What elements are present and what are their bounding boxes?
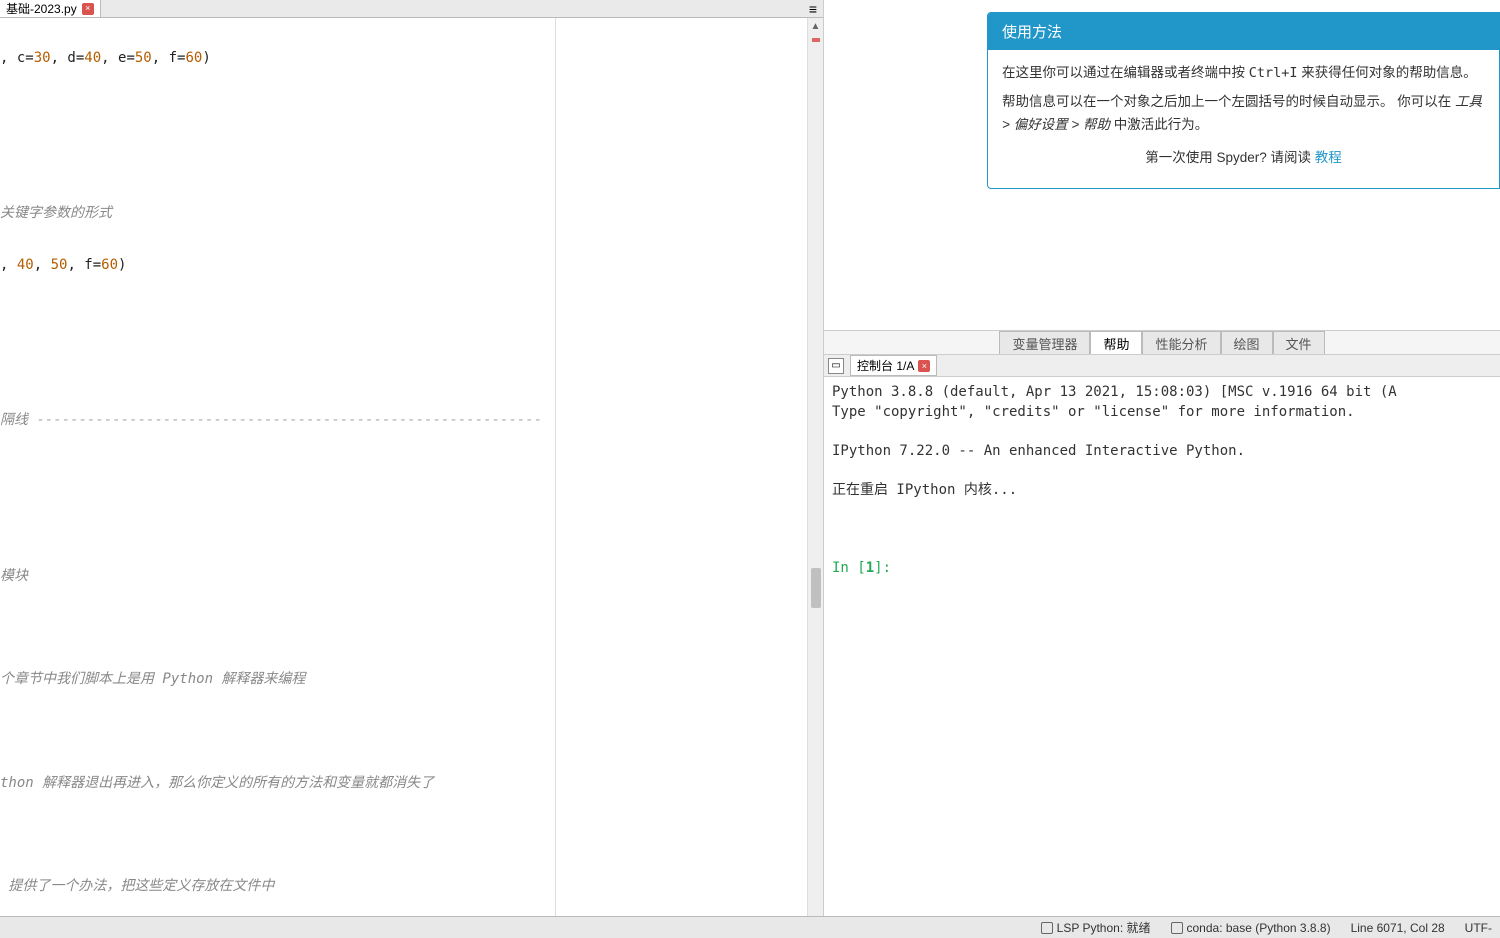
console-tab-label: 控制台 1/A <box>857 357 914 374</box>
tutorial-link[interactable]: 教程 <box>1315 150 1342 165</box>
code-comment: 隔线 <box>0 412 36 428</box>
tab-help[interactable]: 帮助 <box>1090 331 1142 354</box>
editor-ruler <box>555 18 556 938</box>
code-number: 50 <box>51 257 68 273</box>
tab-variable-explorer[interactable]: 变量管理器 <box>999 331 1090 354</box>
status-encoding-label: UTF- <box>1465 921 1492 935</box>
scroll-marker <box>812 38 820 42</box>
code-comment: 提供了一个办法，把这些定义存放在文件中 <box>0 878 274 894</box>
status-lsp[interactable]: LSP Python: 就绪 <box>1041 919 1151 936</box>
code-text: , d= <box>51 50 85 66</box>
console-prompt: In [ <box>832 560 866 576</box>
help-text: 第一次使用 Spyder? 请阅读 <box>1145 150 1315 165</box>
console-body[interactable]: Python 3.8.8 (default, Apr 13 2021, 15:0… <box>824 377 1500 916</box>
help-header: 使用方法 <box>988 13 1499 50</box>
editor-tab[interactable]: 基础-2023.py × <box>0 0 101 17</box>
status-conda[interactable]: conda: base (Python 3.8.8) <box>1171 921 1331 935</box>
console-restart-msg: 正在重启 IPython 内核... <box>832 482 1017 498</box>
help-para-1: 在这里你可以通过在编辑器或者终端中按 Ctrl+I 来获得任何对象的帮助信息。 <box>1002 62 1485 85</box>
code-number: 60 <box>185 50 202 66</box>
console-panel: ▭ 控制台 1/A × Python 3.8.8 (default, Apr 1… <box>824 354 1500 938</box>
status-lsp-label: LSP Python: 就绪 <box>1057 919 1151 936</box>
console-tabs: ▭ 控制台 1/A × <box>824 355 1500 377</box>
hamburger-icon[interactable]: ≡ <box>803 1 823 17</box>
editor-body: , c=30, d=40, e=50, f=60) 关键字参数的形式 , 40,… <box>0 18 823 938</box>
code-text: ) <box>118 257 126 273</box>
code-text: ) <box>202 50 210 66</box>
scroll-up-icon[interactable]: ▲ <box>808 18 823 34</box>
console-prompt: ]: <box>874 560 899 576</box>
help-text: 来获得任何对象的帮助信息。 <box>1298 65 1477 80</box>
console-banner: Python 3.8.8 (default, Apr 13 2021, 15:0… <box>832 384 1397 400</box>
help-body: 在这里你可以通过在编辑器或者终端中按 Ctrl+I 来获得任何对象的帮助信息。 … <box>988 50 1499 188</box>
code-number: 40 <box>84 50 101 66</box>
code-number: 30 <box>34 50 51 66</box>
editor-scrollbar[interactable]: ▲ <box>807 18 823 938</box>
status-encoding[interactable]: UTF- <box>1465 921 1492 935</box>
code-text: , <box>0 257 17 273</box>
help-panel: 使用方法 在这里你可以通过在编辑器或者终端中按 Ctrl+I 来获得任何对象的帮… <box>824 0 1500 330</box>
console-tab[interactable]: 控制台 1/A × <box>850 355 937 376</box>
code-comment: 模块 <box>0 568 28 584</box>
console-prompt-number: 1 <box>866 560 874 576</box>
code-text: , f= <box>67 257 101 273</box>
tab-profiler[interactable]: 性能分析 <box>1142 331 1220 354</box>
help-para-3: 第一次使用 Spyder? 请阅读 教程 <box>1002 147 1485 170</box>
main-container: 基础-2023.py × ≡ , c=30, d=40, e=50, f=60)… <box>0 0 1500 938</box>
code-divider: ----------------------------------------… <box>36 412 542 428</box>
code-comment: thon 解释器退出再进入，那么你定义的所有的方法和变量就都消失了 <box>0 775 434 791</box>
help-box: 使用方法 在这里你可以通过在编辑器或者终端中按 Ctrl+I 来获得任何对象的帮… <box>987 12 1500 189</box>
code-text: , <box>34 257 51 273</box>
code-comment: 关键字参数的形式 <box>0 205 112 221</box>
right-panel: 使用方法 在这里你可以通过在编辑器或者终端中按 Ctrl+I 来获得任何对象的帮… <box>824 0 1500 938</box>
code-text: , c= <box>0 50 34 66</box>
tab-files[interactable]: 文件 <box>1273 331 1325 354</box>
help-text: 中激活此行为。 <box>1110 117 1208 132</box>
editor-tabs: 基础-2023.py × ≡ <box>0 0 823 18</box>
code-number: 50 <box>135 50 152 66</box>
help-shortcut: Ctrl+I <box>1249 65 1298 81</box>
code-number: 40 <box>17 257 34 273</box>
scroll-thumb[interactable] <box>811 568 821 608</box>
tab-plots[interactable]: 绘图 <box>1221 331 1273 354</box>
close-icon[interactable]: × <box>82 3 94 15</box>
help-text: 帮助信息可以在一个对象之后加上一个左圆括号的时候自动显示。 你可以在 <box>1002 94 1455 109</box>
help-para-2: 帮助信息可以在一个对象之后加上一个左圆括号的时候自动显示。 你可以在 工具 > … <box>1002 91 1485 137</box>
status-bar: LSP Python: 就绪 conda: base (Python 3.8.8… <box>0 916 1500 938</box>
console-banner: IPython 7.22.0 -- An enhanced Interactiv… <box>832 443 1245 459</box>
code-comment: 个章节中我们脚本上是用 Python 解释器来编程 <box>0 671 305 687</box>
status-position-label: Line 6071, Col 28 <box>1351 921 1445 935</box>
editor-content[interactable]: , c=30, d=40, e=50, f=60) 关键字参数的形式 , 40,… <box>0 18 807 938</box>
close-icon[interactable]: × <box>918 360 930 372</box>
help-text: 在这里你可以通过在编辑器或者终端中按 <box>1002 65 1249 80</box>
gear-icon <box>1041 922 1053 934</box>
editor-panel: 基础-2023.py × ≡ , c=30, d=40, e=50, f=60)… <box>0 0 824 938</box>
status-position[interactable]: Line 6071, Col 28 <box>1351 921 1445 935</box>
console-banner: Type "copyright", "credits" or "license"… <box>832 404 1355 420</box>
new-console-icon[interactable]: ▭ <box>828 358 844 374</box>
help-tabs-row: 变量管理器 帮助 性能分析 绘图 文件 <box>824 330 1500 354</box>
editor-tab-label: 基础-2023.py <box>6 0 77 17</box>
code-text: , f= <box>152 50 186 66</box>
code-number: 60 <box>101 257 118 273</box>
status-conda-label: conda: base (Python 3.8.8) <box>1187 921 1331 935</box>
conda-icon <box>1171 922 1183 934</box>
code-text: , e= <box>101 50 135 66</box>
